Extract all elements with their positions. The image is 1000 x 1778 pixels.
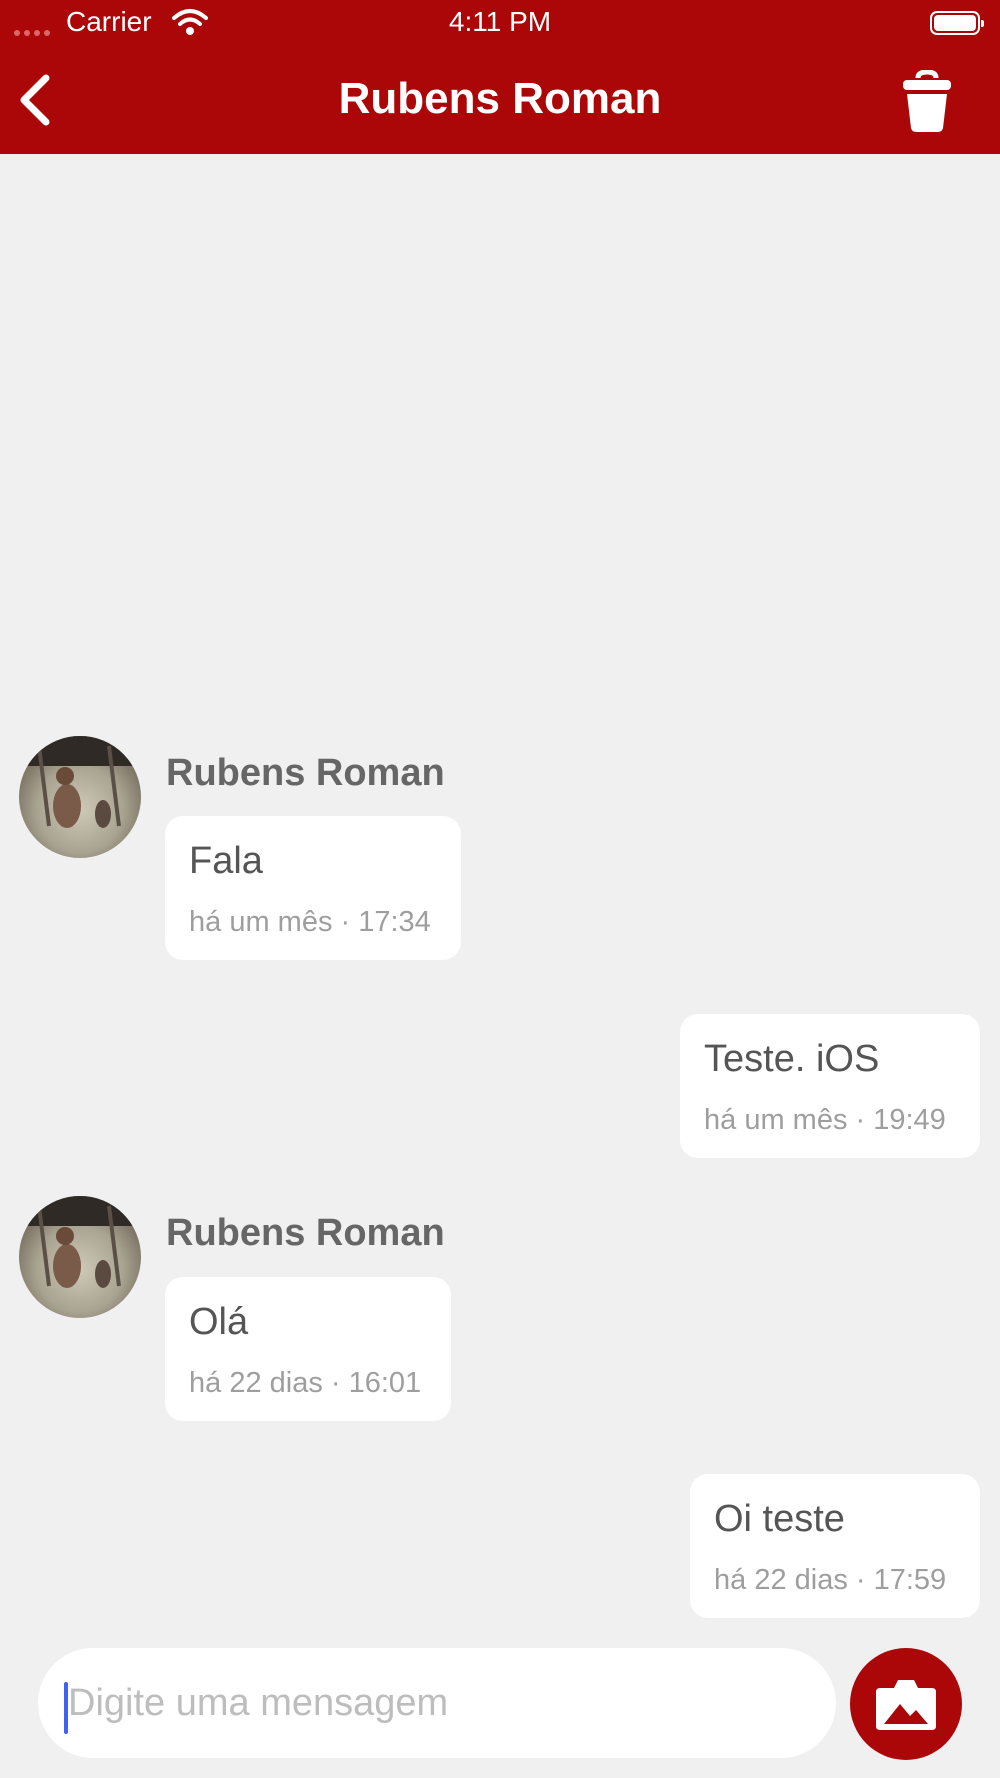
battery-icon [930,11,984,35]
trash-icon [903,69,951,132]
message-input[interactable] [66,1670,810,1736]
message-bubble-incoming[interactable]: Fala há um mês · 17:34 [165,816,461,960]
message-text: Teste. iOS [704,1038,880,1080]
attach-photo-button[interactable] [850,1648,962,1760]
avatar[interactable] [19,736,141,858]
camera-icon [876,1680,936,1730]
message-timestamp: há 22 dias · 17:59 [714,1564,947,1596]
message-text: Olá [189,1301,249,1343]
avatar[interactable] [19,1196,141,1318]
message-text: Oi teste [714,1498,845,1540]
status-time: 4:11 PM [448,6,552,37]
avatar-photo [19,736,141,828]
message-sender: Rubens Roman [166,1212,445,1254]
message-bubble-outgoing[interactable]: Oi teste há 22 dias · 17:59 [690,1474,980,1618]
page-title: Rubens Roman [338,74,662,123]
message-bubble-incoming[interactable]: Olá há 22 dias · 16:01 [165,1277,451,1421]
delete-conversation-button[interactable] [900,69,954,134]
avatar-photo [19,1196,141,1288]
message-bubble-outgoing[interactable]: Teste. iOS há um mês · 19:49 [680,1014,980,1158]
message-timestamp: há um mês · 19:49 [704,1104,946,1136]
app-header: Carrier 4:11 PM Rubens Roman [0,0,1000,154]
message-text: Fala [189,840,263,882]
status-bar: Carrier 4:11 PM [0,0,1000,48]
message-sender: Rubens Roman [166,752,445,794]
message-timestamp: há 22 dias · 16:01 [189,1367,422,1399]
message-composer [38,1648,836,1758]
message-timestamp: há um mês · 17:34 [189,906,431,938]
